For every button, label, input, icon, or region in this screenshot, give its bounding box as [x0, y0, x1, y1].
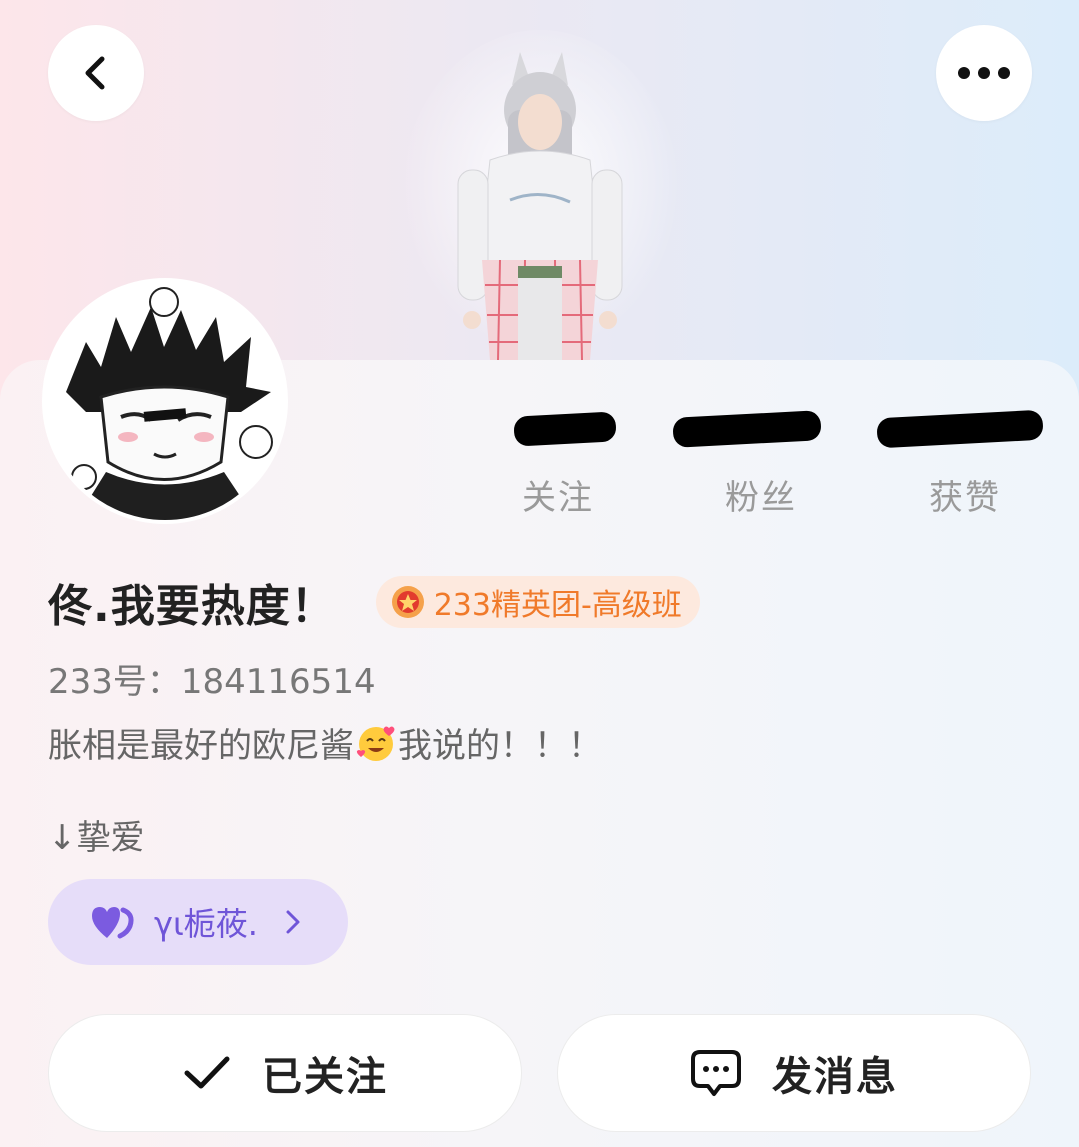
chat-bubble-icon [691, 1050, 741, 1096]
name-row: 佟.我要热度！ 233精英团-高级班 [48, 570, 700, 634]
bio: 胀相是最好的欧尼酱 我说的！！！ [48, 718, 602, 767]
elite-badge[interactable]: 233精英团-高级班 [375, 576, 700, 628]
stat-likes[interactable]: 获赞 [876, 400, 1044, 519]
stat-followers-value [672, 400, 831, 462]
back-button[interactable] [48, 25, 144, 121]
send-message-button-label: 发消息 [772, 1054, 898, 1100]
user-avatar[interactable] [46, 282, 284, 520]
chevron-right-icon [286, 910, 300, 934]
redaction-mark [513, 411, 617, 447]
username: 佟.我要热度！ [48, 581, 336, 632]
badge-label: 233精英团-高级班 [433, 588, 682, 623]
redaction-mark [876, 409, 1044, 449]
cp-partner-name: γι栀莜. [154, 905, 258, 943]
stat-following[interactable]: 关注 [488, 400, 628, 519]
medal-icon [391, 586, 424, 618]
following-button-label: 已关注 [262, 1054, 388, 1100]
smiling-face-with-hearts-icon [356, 726, 395, 761]
redaction-mark [672, 410, 822, 448]
user-id: 233号：184116514 [48, 662, 376, 702]
heart-icon [92, 907, 134, 939]
cp-partner-link[interactable]: γι栀莜. [48, 879, 348, 965]
checkmark-icon [184, 1056, 230, 1089]
avatar-illustration [46, 282, 284, 520]
stat-following-label: 关注 [522, 478, 594, 518]
bio-text-suffix: 我说的！！！ [398, 726, 602, 766]
stat-followers[interactable]: 粉丝 [672, 400, 831, 519]
stat-likes-label: 获赞 [929, 478, 1001, 518]
character-avatar-3d[interactable] [390, 30, 690, 365]
bio-extra: ↓挚爱 [48, 818, 145, 858]
following-button[interactable]: 已关注 [48, 1014, 522, 1132]
stat-following-value [488, 400, 628, 462]
more-horizontal-icon [958, 67, 1010, 79]
bio-text: 胀相是最好的欧尼酱 [48, 726, 354, 766]
chevron-left-icon [85, 56, 105, 90]
stat-likes-value [876, 400, 1044, 462]
send-message-button[interactable]: 发消息 [557, 1014, 1031, 1132]
more-options-button[interactable] [936, 25, 1032, 121]
stat-followers-label: 粉丝 [725, 478, 797, 518]
